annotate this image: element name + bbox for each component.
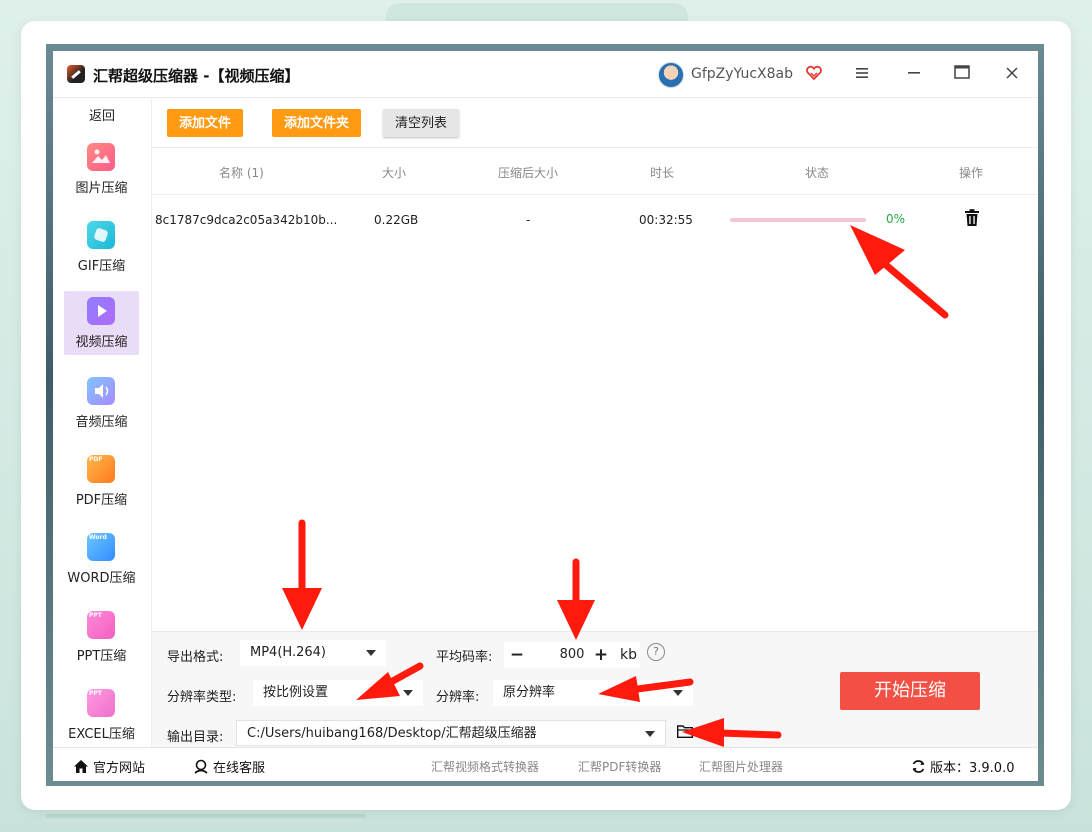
- ppt-tag: PPT: [89, 612, 102, 619]
- app-title: 汇帮超级压缩器 -【视频压缩】: [93, 67, 300, 85]
- add-file-button[interactable]: 添加文件: [167, 109, 244, 137]
- sidebar-item-label: 音频压缩: [75, 415, 128, 430]
- resolution-type-label: 分辨率类型:: [167, 690, 237, 705]
- header-action: 操作: [959, 166, 984, 180]
- menu-icon[interactable]: [851, 63, 873, 85]
- word-icon: Word: [87, 533, 115, 561]
- username[interactable]: GfpZyYucX8ab: [691, 66, 793, 82]
- sidebar-item-label: 图片压缩: [75, 181, 128, 196]
- back-link[interactable]: 返回: [53, 105, 151, 124]
- toolbar: 添加文件 添加文件夹 清空列表: [152, 97, 1038, 147]
- sidebar-item-image[interactable]: 图片压缩: [64, 137, 139, 201]
- bitrate-plus-button[interactable]: +: [588, 642, 614, 668]
- sidebar-item-ppt[interactable]: PPT PPT压缩: [64, 605, 139, 669]
- progress-bar: [730, 218, 866, 222]
- home-icon: [73, 759, 89, 778]
- vip-heart-icon[interactable]: [806, 65, 822, 81]
- sidebar-item-label: PDF压缩: [75, 493, 128, 508]
- header-size[interactable]: 大小: [382, 164, 406, 181]
- header-compressed-size[interactable]: 压缩后大小: [498, 164, 558, 181]
- pdf-icon: PDF: [87, 455, 115, 483]
- refresh-icon[interactable]: [911, 759, 926, 778]
- ppt-icon: PPT: [87, 611, 115, 639]
- chevron-down-icon: [673, 690, 683, 696]
- sidebar: 返回 图片压缩 GIF压缩 视频压缩 音频压缩 PDF PDF压缩 Word W…: [53, 97, 152, 747]
- excel-tag: PPT: [89, 690, 102, 697]
- sidebar-item-label: GIF压缩: [77, 259, 126, 274]
- link-video-converter[interactable]: 汇帮视频格式转换器: [431, 758, 539, 775]
- start-compress-button[interactable]: 开始压缩: [840, 672, 980, 710]
- link-pdf-converter[interactable]: 汇帮PDF转换器: [578, 758, 661, 775]
- bitrate-stepper: − 800 + kb: [504, 642, 640, 668]
- settings-panel: 导出格式: MP4(H.264) 平均码率: − 800 + kb ? 分辨率类…: [152, 631, 1038, 748]
- sidebar-item-gif[interactable]: GIF压缩: [64, 215, 139, 279]
- minimize-icon[interactable]: [903, 63, 925, 85]
- folder-icon[interactable]: [677, 725, 693, 738]
- link-image-processor[interactable]: 汇帮图片处理器: [699, 758, 783, 775]
- pdf-tag: PDF: [89, 456, 103, 463]
- title-bar: 汇帮超级压缩器 -【视频压缩】 GfpZyYucX8ab: [53, 51, 1038, 98]
- help-icon[interactable]: ?: [647, 643, 665, 661]
- resolution-select[interactable]: 原分辨率: [493, 680, 693, 706]
- app-logo-icon: [67, 65, 85, 83]
- format-select[interactable]: MP4(H.264): [240, 640, 386, 666]
- chevron-down-icon: [403, 690, 413, 696]
- sidebar-item-video[interactable]: 视频压缩: [64, 291, 139, 355]
- header-name[interactable]: 名称 (1): [219, 164, 264, 181]
- audio-icon: [87, 377, 115, 405]
- file-duration: 00:32:55: [639, 213, 693, 227]
- sidebar-item-pdf[interactable]: PDF PDF压缩: [64, 449, 139, 513]
- file-size: 0.22GB: [374, 213, 419, 227]
- gif-icon: [87, 221, 115, 249]
- format-label: 导出格式:: [167, 650, 224, 665]
- sidebar-item-audio[interactable]: 音频压缩: [64, 371, 139, 435]
- output-dir-select[interactable]: C:/Users/huibang168/Desktop/汇帮超级压缩器: [236, 720, 666, 746]
- bitrate-minus-button[interactable]: −: [504, 642, 530, 668]
- video-icon: [87, 297, 115, 325]
- resolution-value: 原分辨率: [503, 685, 556, 700]
- clear-list-button[interactable]: 清空列表: [383, 109, 460, 137]
- output-dir-value: C:/Users/huibang168/Desktop/汇帮超级压缩器: [247, 726, 537, 741]
- close-icon[interactable]: [1001, 63, 1023, 85]
- resolution-label: 分辨率:: [436, 690, 480, 705]
- version-info: 版本：3.9.0.0: [911, 757, 1014, 778]
- format-value: MP4(H.264): [250, 645, 326, 660]
- header-duration[interactable]: 时长: [650, 164, 674, 181]
- chevron-down-icon: [645, 731, 655, 737]
- sidebar-item-word[interactable]: Word WORD压缩: [64, 527, 139, 591]
- background-bar: [46, 814, 366, 818]
- avatar[interactable]: [658, 62, 684, 88]
- online-support-link[interactable]: 在线客服: [193, 757, 265, 778]
- output-dir-label: 输出目录:: [167, 730, 224, 745]
- sidebar-item-excel[interactable]: PPT EXCEL压缩: [64, 683, 139, 747]
- official-website-link[interactable]: 官方网站: [73, 757, 145, 778]
- sidebar-item-label: WORD压缩: [67, 571, 136, 586]
- sidebar-item-label: PPT压缩: [76, 649, 127, 664]
- headset-icon: [193, 759, 209, 778]
- excel-icon: PPT: [87, 689, 115, 717]
- app-window: 汇帮超级压缩器 -【视频压缩】 GfpZyYucX8ab 返回 图片压缩 GIF…: [53, 51, 1038, 781]
- trash-icon[interactable]: [962, 208, 982, 228]
- sidebar-item-label: 视频压缩: [75, 335, 128, 350]
- resolution-type-value: 按比例设置: [263, 685, 329, 700]
- bitrate-label: 平均码率:: [436, 650, 493, 665]
- image-icon: [87, 143, 115, 171]
- header-divider: [152, 194, 1038, 195]
- file-table: 名称 (1) 大小 压缩后大小 时长 状态 操作 8c1787c9dca2c05…: [152, 147, 1038, 632]
- bitrate-unit: kb: [620, 647, 637, 663]
- footer: 官方网站 在线客服 汇帮视频格式转换器 汇帮PDF转换器 汇帮图片处理器 版本：…: [53, 747, 1038, 781]
- progress-percent: 0%: [886, 212, 906, 226]
- word-tag: Word: [89, 534, 107, 541]
- add-folder-button[interactable]: 添加文件夹: [272, 109, 362, 137]
- resolution-type-select[interactable]: 按比例设置: [253, 680, 423, 706]
- compressed-size: -: [526, 213, 531, 227]
- sidebar-item-label: EXCEL压缩: [68, 727, 135, 742]
- file-name: 8c1787c9dca2c05a342b10b...: [155, 213, 338, 227]
- maximize-icon[interactable]: [951, 63, 973, 85]
- header-status: 状态: [805, 166, 830, 180]
- chevron-down-icon: [366, 650, 376, 656]
